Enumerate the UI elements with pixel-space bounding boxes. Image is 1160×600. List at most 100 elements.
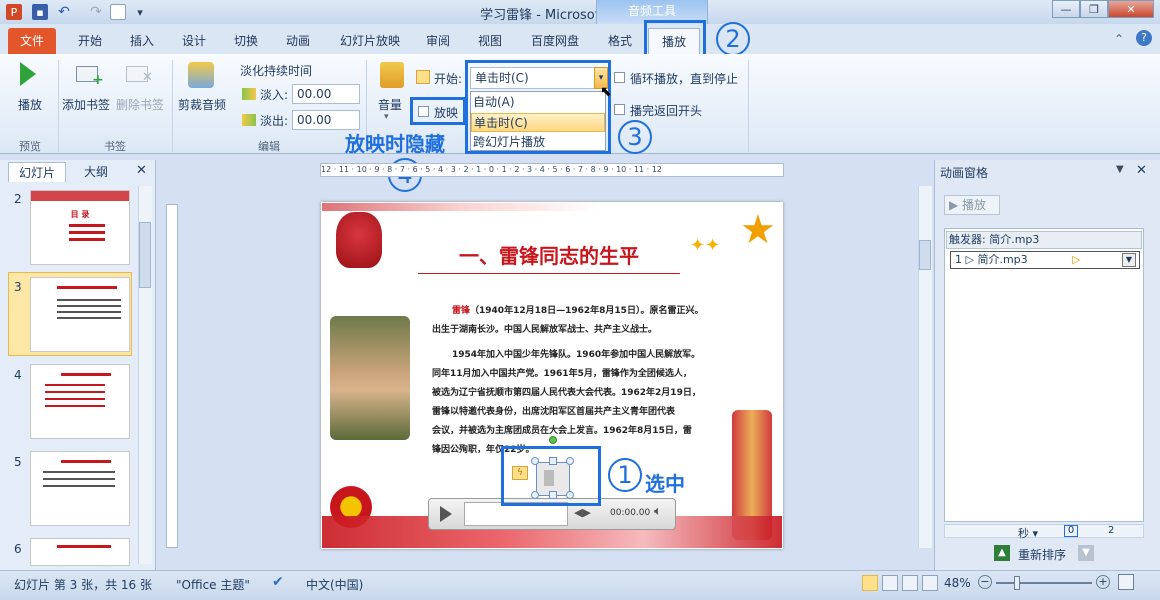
tab-review[interactable]: 审阅: [418, 28, 458, 54]
zoom-out-icon[interactable]: −: [978, 575, 992, 589]
volume-dropdown-icon[interactable]: ▾: [384, 112, 389, 122]
leifeng-portrait-image: [330, 316, 410, 440]
para2-line1: 1954年加入中国少年先锋队。1960年参加中国人民解放军。: [452, 350, 701, 360]
slide-sorter-icon[interactable]: [882, 575, 898, 591]
leifeng-silhouette-image: [336, 212, 382, 268]
loop-label: 循环播放，直到停止: [630, 72, 739, 86]
normal-view-icon[interactable]: [862, 575, 878, 591]
volume-icon[interactable]: [380, 62, 404, 88]
trim-audio-icon[interactable]: [188, 62, 214, 88]
play-icon[interactable]: [20, 62, 36, 86]
rewind-checkbox[interactable]: [614, 104, 625, 115]
language-status[interactable]: 中文(中国): [306, 576, 363, 593]
tab-baidu-netdisk[interactable]: 百度网盘: [524, 28, 586, 54]
trigger-header[interactable]: 触发器: 简介.mp3: [946, 231, 1142, 249]
group-label-preview: 预览: [19, 140, 41, 153]
rotation-handle[interactable]: [549, 436, 557, 444]
tab-home[interactable]: 开始: [70, 28, 110, 54]
slide-thumbnail-5[interactable]: [30, 451, 130, 526]
window-title: 学习雷锋 - Microsoft PowerPoint: [480, 8, 680, 23]
slide-thumbnail-4[interactable]: [30, 364, 130, 439]
fade-duration-title: 淡化持续时间: [240, 64, 313, 78]
thumb-2-title: 目 录: [70, 210, 90, 219]
animation-item[interactable]: 1 ▷ 简介.mp3: [950, 251, 1140, 269]
panel-scrollbar-thumb[interactable]: [139, 222, 151, 288]
annotation-3: 3: [618, 120, 652, 154]
fade-out-label: 淡出:: [260, 114, 289, 128]
player-play-icon[interactable]: [440, 506, 452, 522]
play-button[interactable]: 播放: [18, 96, 42, 113]
mouse-cursor-icon: ⬉: [600, 84, 612, 100]
timeline-start: 0: [1064, 525, 1078, 537]
close-animation-pane-button[interactable]: ✕: [1136, 163, 1147, 178]
animation-list: [944, 228, 1144, 522]
close-panel-button[interactable]: ✕: [136, 163, 147, 178]
fade-in-input[interactable]: 00.00: [292, 84, 360, 104]
horizontal-ruler: 12 · 11 · 10 · 9 · 8 · 7 · 6 · 5 · 4 · 3…: [320, 163, 784, 177]
fade-in-label: 淡入:: [260, 88, 289, 102]
tab-file[interactable]: 文件: [8, 28, 56, 54]
anim-play-button[interactable]: ▶ 播放: [944, 195, 1000, 215]
move-down-icon[interactable]: ▼: [1078, 545, 1094, 561]
tab-slides[interactable]: 幻灯片: [8, 162, 66, 182]
slide-number-4: 4: [14, 368, 22, 382]
start-label: 开始:: [434, 72, 463, 86]
reading-view-icon[interactable]: [902, 575, 918, 591]
spellcheck-icon[interactable]: ✔: [272, 574, 284, 590]
theme-status[interactable]: "Office 主题": [176, 576, 250, 593]
start-icon: [416, 70, 430, 84]
annotation-1-label: 选中: [645, 472, 685, 496]
zoom-level[interactable]: 48%: [944, 576, 971, 590]
title-underline: [418, 273, 680, 274]
zoom-slider-track[interactable]: [996, 582, 1092, 584]
loop-checkbox[interactable]: [614, 72, 625, 83]
slide-number-3: 3: [14, 280, 22, 294]
slide-title: 一、雷锋同志的生平: [459, 244, 639, 268]
tab-transitions[interactable]: 切换: [226, 28, 266, 54]
volume-button[interactable]: 音量: [378, 96, 402, 113]
highlight-playback-tab: [644, 20, 706, 58]
para2-line5: 会议，并被选为主席团成员在大会上发言。1962年8月15日，雷: [432, 426, 692, 436]
vertical-ruler: [166, 204, 178, 548]
player-volume-icon[interactable]: 🔈︎: [654, 504, 662, 519]
tab-insert[interactable]: 插入: [122, 28, 162, 54]
close-window-button[interactable]: ✕: [1108, 0, 1154, 18]
slide-thumbnail-2[interactable]: 目 录: [30, 190, 130, 265]
slide-number-5: 5: [14, 455, 22, 469]
minimize-button[interactable]: —: [1052, 0, 1080, 18]
move-up-icon[interactable]: ▲: [994, 545, 1010, 561]
annotation-4-label: 放映时隐藏: [345, 132, 445, 156]
slide-thumbnail-3[interactable]: [30, 277, 130, 352]
tab-design[interactable]: 设计: [174, 28, 214, 54]
fade-out-icon: [242, 114, 256, 126]
fade-out-input[interactable]: 00.00: [292, 110, 360, 130]
tab-outline[interactable]: 大纲: [72, 162, 120, 182]
tab-format[interactable]: 格式: [600, 28, 640, 54]
highlight-start-dropdown: [465, 60, 611, 154]
collapse-ribbon-icon[interactable]: ⌃: [1114, 32, 1124, 46]
player-step-icon[interactable]: ◀▶: [574, 506, 591, 519]
group-separator: [748, 60, 749, 152]
trim-audio-button[interactable]: 剪裁音频: [178, 96, 226, 113]
slide-scrollbar-thumb[interactable]: [919, 240, 931, 270]
group-separator: [58, 60, 59, 152]
slideshow-view-icon[interactable]: [922, 575, 938, 591]
remove-bookmark-button[interactable]: 删除书签: [116, 96, 164, 113]
help-icon[interactable]: ?: [1136, 30, 1152, 46]
pane-menu-icon[interactable]: ▼: [1116, 164, 1124, 175]
animation-item-dropdown-icon[interactable]: ▼: [1122, 253, 1136, 267]
fade-in-icon: [242, 88, 256, 100]
zoom-slider-thumb[interactable]: [1014, 576, 1020, 590]
zoom-in-icon[interactable]: +: [1096, 575, 1110, 589]
tab-animations[interactable]: 动画: [278, 28, 318, 54]
para1-rest: （1940年12月18日—1962年8月15日）。原名雷正兴。: [470, 306, 704, 316]
tab-view[interactable]: 视图: [470, 28, 510, 54]
plus-icon: +: [92, 72, 104, 88]
timeline-seconds-dropdown[interactable]: 秒 ▾: [1018, 525, 1038, 541]
restore-button[interactable]: ❐: [1080, 0, 1108, 18]
fit-to-window-icon[interactable]: [1118, 574, 1134, 590]
tab-slideshow[interactable]: 幻灯片放映: [332, 28, 408, 54]
x-icon: ✕: [142, 70, 153, 85]
add-bookmark-button[interactable]: 添加书签: [62, 96, 110, 113]
slide-thumbnail-6[interactable]: [30, 538, 130, 566]
